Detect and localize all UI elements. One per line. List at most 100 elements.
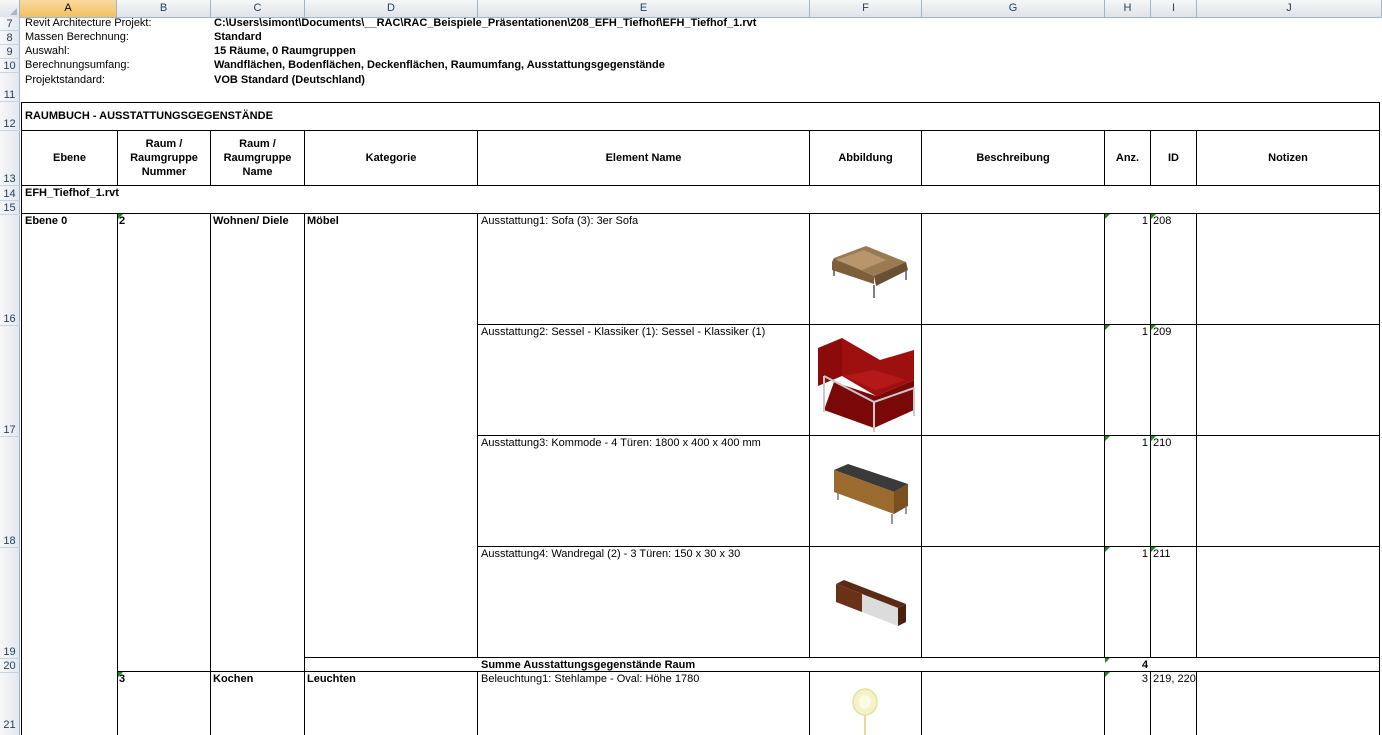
row-header-10[interactable]: 10 <box>0 59 20 73</box>
calc-value: Standard <box>214 31 262 43</box>
grid-line <box>21 102 22 735</box>
grid-line <box>478 324 1379 325</box>
column-header-e[interactable]: E <box>478 0 810 17</box>
item-count: 1 <box>1141 548 1148 560</box>
standard-label: Projektstandard: <box>25 74 106 86</box>
header-id: ID <box>1168 152 1179 164</box>
grid-line <box>921 213 922 658</box>
sum-value: 4 <box>1142 659 1149 671</box>
column-header-c[interactable]: C <box>211 0 305 17</box>
column-header-i[interactable]: I <box>1151 0 1197 17</box>
item-id: 208 <box>1153 215 1172 227</box>
header-kategorie: Kategorie <box>365 152 417 164</box>
row-header-11[interactable]: 11 <box>0 73 20 102</box>
room-number: 3 <box>119 673 126 685</box>
row-header-19[interactable]: 19 <box>0 548 20 659</box>
header-element-name: Element Name <box>605 152 682 164</box>
header-notizen: Notizen <box>1268 152 1308 164</box>
grid-line <box>477 671 478 735</box>
project-path: C:\Users\simont\Documents\__RAC\RAC_Beis… <box>214 17 757 29</box>
column-header-f[interactable]: F <box>810 0 922 17</box>
grid-line <box>921 671 922 735</box>
grid-line <box>477 213 478 658</box>
grid-line <box>305 657 1379 658</box>
column-header-j[interactable]: J <box>1197 0 1382 17</box>
element-name: Ausstattung2: Sessel - Klassiker (1): Se… <box>481 326 766 338</box>
grid-line <box>117 671 1379 672</box>
file-name: EFH_Tiefhof_1.rvt <box>25 187 119 199</box>
item-id: 211 <box>1153 548 1171 560</box>
table-title: RAUMBUCH - AUSSTATTUNGSGEGENSTÄNDE <box>25 110 273 122</box>
row-header-17[interactable]: 17 <box>0 326 20 437</box>
selection-label: Auswahl: <box>25 45 70 57</box>
element-name: Beleuchtung1: Stehlampe - Oval: Höhe 178… <box>481 673 700 685</box>
sofa-image <box>832 246 908 298</box>
scope-label: Berechnungsumfang: <box>25 59 130 71</box>
header-beschreibung: Beschreibung <box>976 152 1050 164</box>
row-header-13[interactable]: 13 <box>0 131 20 186</box>
standard-value: VOB Standard (Deutschland) <box>214 74 365 86</box>
column-header-a[interactable]: A <box>20 0 117 17</box>
column-header-b[interactable]: B <box>117 0 211 17</box>
item-count: 3 <box>1141 673 1148 685</box>
room-name: Kochen <box>213 673 254 685</box>
row-header-12[interactable]: 12 <box>0 102 20 131</box>
grid-line <box>210 213 211 735</box>
row-header-8[interactable]: 8 <box>0 31 20 45</box>
select-all-corner[interactable] <box>0 0 20 17</box>
level-name: Ebene 0 <box>25 215 68 227</box>
row-header-14[interactable]: 14 <box>0 186 20 201</box>
grid-line <box>21 213 1379 214</box>
selection-value: 15 Räume, 0 Raumgruppen <box>214 45 356 57</box>
project-label: Revit Architecture Projekt: <box>25 17 152 29</box>
column-header-bar: A B C D E F G H I J <box>0 0 1382 18</box>
floor-lamp-image <box>852 688 878 735</box>
grid-line <box>304 213 305 735</box>
header-anz: Anz. <box>1115 152 1140 164</box>
column-header-g[interactable]: G <box>922 0 1105 17</box>
room-number: 2 <box>119 215 126 227</box>
row-header-7[interactable]: 7 <box>0 17 20 31</box>
grid-line <box>21 185 1379 186</box>
item-id: 209 <box>1153 326 1172 338</box>
grid-line <box>1379 102 1380 735</box>
grid-line <box>478 546 1379 547</box>
grid-line <box>1150 671 1151 735</box>
row-header-21[interactable]: 21 <box>0 673 20 735</box>
scope-value: Wandflächen, Bodenflächen, Deckenflächen… <box>214 59 665 71</box>
room-name: Wohnen/ Diele <box>213 215 289 227</box>
grid-line <box>1196 213 1197 658</box>
item-count: 1 <box>1141 326 1148 338</box>
room-category: Leuchten <box>307 673 356 685</box>
note-marker <box>1105 658 1110 663</box>
calc-label: Massen Berechnung: <box>25 31 129 43</box>
row-header-9[interactable]: 9 <box>0 45 20 59</box>
element-name: Ausstattung1: Sofa (3): 3er Sofa <box>481 215 639 227</box>
grid-line <box>21 102 1379 103</box>
item-count: 1 <box>1141 215 1148 227</box>
wall-shelf-image <box>836 580 906 626</box>
item-id: 219, 220 <box>1153 673 1196 685</box>
row-header-16[interactable]: 16 <box>0 215 20 326</box>
sum-label: Summe Ausstattungsgegenstände Raum <box>481 659 696 671</box>
sideboard-image <box>834 464 908 524</box>
element-name: Ausstattung3: Kommode - 4 Türen: 1800 x … <box>481 437 761 449</box>
grid-line <box>478 435 1379 436</box>
header-ebene: Ebene <box>52 152 86 164</box>
row-header-bar: 7 8 9 10 11 12 13 14 15 16 17 18 19 20 2… <box>0 17 20 735</box>
element-name: Ausstattung4: Wandregal (2) - 3 Türen: 1… <box>481 548 741 560</box>
grid-line <box>117 213 118 735</box>
grid-line <box>809 213 810 658</box>
column-header-h[interactable]: H <box>1105 0 1151 17</box>
row-header-20[interactable]: 20 <box>0 659 20 673</box>
room-category: Möbel <box>307 215 339 227</box>
header-raum-nummer: Raum / Raumgruppe Nummer <box>130 138 198 178</box>
grid-line <box>1196 671 1197 735</box>
row-header-15[interactable]: 15 <box>0 201 20 215</box>
armchair-image <box>818 338 915 432</box>
column-header-d[interactable]: D <box>305 0 478 17</box>
item-count: 1 <box>1141 437 1148 449</box>
row-header-18[interactable]: 18 <box>0 437 20 548</box>
item-id: 210 <box>1153 437 1172 449</box>
header-abbildung: Abbildung <box>838 152 893 164</box>
